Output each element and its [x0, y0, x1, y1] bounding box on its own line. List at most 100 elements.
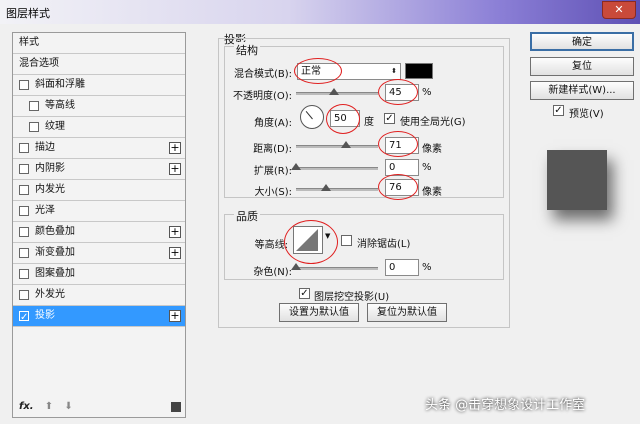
angle-label: 角度(A):: [253, 118, 292, 129]
style-preview-thumbnail: [547, 150, 607, 210]
antialias-label: 消除锯齿(L): [357, 239, 411, 250]
distance-slider-thumb[interactable]: [341, 141, 351, 148]
sidebar-item[interactable]: ✓ 投影 +: [13, 306, 185, 327]
add-effect-icon[interactable]: +: [169, 310, 181, 322]
ok-button[interactable]: 确定: [530, 32, 634, 51]
sidebar-item[interactable]: 斜面和浮雕: [13, 75, 185, 96]
sidebar-item-label: 描边: [35, 142, 55, 153]
sidebar-item[interactable]: 内发光: [13, 180, 185, 201]
sidebar-item[interactable]: 等高线: [13, 96, 185, 117]
sidebar-item-checkbox[interactable]: [19, 269, 29, 279]
sidebar-item[interactable]: 描边 +: [13, 138, 185, 159]
sidebar-item-checkbox[interactable]: [19, 227, 29, 237]
knockout-checkbox[interactable]: ✓: [299, 288, 310, 299]
distance-label: 距离(D):: [253, 144, 292, 155]
sidebar-item[interactable]: 内阴影 +: [13, 159, 185, 180]
preview-check-icon: ✓: [554, 105, 563, 116]
noise-slider-thumb[interactable]: [291, 263, 301, 270]
sidebar-item-label: 内发光: [35, 184, 65, 195]
sidebar-item-label: 渐变叠加: [35, 247, 75, 258]
sidebar-item-label: 外发光: [35, 289, 65, 300]
move-up-icon[interactable]: ⬆: [45, 401, 53, 412]
sidebar-item-label: 等高线: [45, 100, 75, 111]
sidebar-item-label: 光泽: [35, 205, 55, 216]
opacity-slider-thumb[interactable]: [329, 88, 339, 95]
knockout-check-icon: ✓: [300, 288, 309, 299]
sidebar-item-checkbox[interactable]: [19, 206, 29, 216]
angle-unit: 度: [364, 117, 374, 128]
close-button[interactable]: ✕: [602, 1, 636, 19]
sidebar-item-checkbox[interactable]: [29, 101, 39, 111]
layer-style-dialog: 图层样式 ✕ 样式混合选项斜面和浮雕等高线纹理描边 + 内阴影 + 内发光光泽颜色叠加 +…: [0, 0, 640, 424]
reset-default-button[interactable]: 复位为默认值: [367, 303, 447, 322]
size-unit: 像素: [422, 187, 442, 198]
annotation-circle-opacity: [378, 79, 418, 105]
antialias-checkbox[interactable]: [341, 235, 352, 246]
noise-slider[interactable]: [291, 263, 378, 270]
sidebar-item-checkbox[interactable]: ✓: [19, 311, 29, 323]
angle-needle: [305, 111, 313, 120]
size-slider[interactable]: [296, 184, 378, 191]
sidebar-item[interactable]: 图案叠加: [13, 264, 185, 285]
add-effect-icon[interactable]: +: [169, 142, 181, 154]
noise-input[interactable]: 0: [385, 259, 419, 276]
opacity-slider[interactable]: [296, 88, 378, 95]
opacity-label: 不透明度(O):: [232, 91, 292, 102]
sidebar-item-checkbox[interactable]: [19, 80, 29, 90]
fx-icon[interactable]: fx.: [19, 401, 34, 412]
trash-icon[interactable]: [171, 402, 181, 412]
size-slider-thumb[interactable]: [321, 184, 331, 191]
shadow-color-swatch[interactable]: [405, 63, 433, 79]
sidebar-item[interactable]: 样式: [13, 33, 185, 54]
annotation-circle-angle: [326, 104, 360, 134]
spread-slider-thumb[interactable]: [291, 163, 301, 170]
annotation-circle-distance: [378, 131, 418, 157]
sidebar-item-label: 斜面和浮雕: [35, 79, 85, 90]
global-light-check-icon: ✓: [385, 113, 394, 124]
watermark: 头条 @击穿想象设计工作室: [425, 398, 586, 413]
new-style-button[interactable]: 新建样式(W)...: [530, 81, 634, 100]
distance-unit: 像素: [422, 144, 442, 155]
sidebar-item-checkbox[interactable]: [19, 143, 29, 153]
annotation-circle-contour: [284, 220, 338, 264]
move-down-icon[interactable]: ⬇: [64, 401, 72, 412]
check-icon: ✓: [20, 312, 29, 323]
size-label: 大小(S):: [254, 187, 292, 198]
sidebar-item[interactable]: 颜色叠加 +: [13, 222, 185, 243]
make-default-button[interactable]: 设置为默认值: [279, 303, 359, 322]
sidebar-item[interactable]: 外发光: [13, 285, 185, 306]
add-effect-icon[interactable]: +: [169, 163, 181, 175]
noise-unit: %: [422, 262, 432, 273]
styles-list-panel: 样式混合选项斜面和浮雕等高线纹理描边 + 内阴影 + 内发光光泽颜色叠加 + 渐变叠加 + 图案…: [12, 32, 186, 418]
sidebar-item[interactable]: 纹理: [13, 117, 185, 138]
global-light-label: 使用全局光(G): [400, 117, 466, 128]
sidebar-item-label: 投影: [35, 310, 55, 321]
noise-label: 杂色(N):: [253, 267, 292, 278]
sidebar-item-label: 混合选项: [19, 58, 59, 69]
sidebar-item-label: 图案叠加: [35, 268, 75, 279]
structure-title: 结构: [234, 42, 260, 58]
reset-button[interactable]: 复位: [530, 57, 634, 76]
title-bar: 图层样式 ✕: [0, 0, 640, 24]
preview-checkbox[interactable]: ✓: [553, 105, 564, 116]
spread-label: 扩展(R):: [253, 166, 292, 177]
sidebar-item-label: 内阴影: [35, 163, 65, 174]
sidebar-item-checkbox[interactable]: [19, 164, 29, 174]
add-effect-icon[interactable]: +: [169, 226, 181, 238]
contour-label: 等高线:: [254, 240, 288, 251]
sidebar-item-checkbox[interactable]: [19, 290, 29, 300]
global-light-checkbox[interactable]: ✓: [384, 113, 395, 124]
sidebar-item[interactable]: 光泽: [13, 201, 185, 222]
sidebar-item-checkbox[interactable]: [29, 122, 39, 132]
spread-slider[interactable]: [291, 163, 378, 170]
sidebar-item-checkbox[interactable]: [19, 248, 29, 258]
angle-dial[interactable]: [300, 105, 324, 129]
sidebar-item[interactable]: 混合选项: [13, 54, 185, 75]
annotation-circle-blend: [294, 58, 342, 84]
opacity-unit: %: [422, 87, 432, 98]
distance-slider[interactable]: [296, 141, 378, 148]
sidebar-item-checkbox[interactable]: [19, 185, 29, 195]
blend-mode-label: 混合模式(B):: [233, 69, 292, 80]
sidebar-item[interactable]: 渐变叠加 +: [13, 243, 185, 264]
add-effect-icon[interactable]: +: [169, 247, 181, 259]
